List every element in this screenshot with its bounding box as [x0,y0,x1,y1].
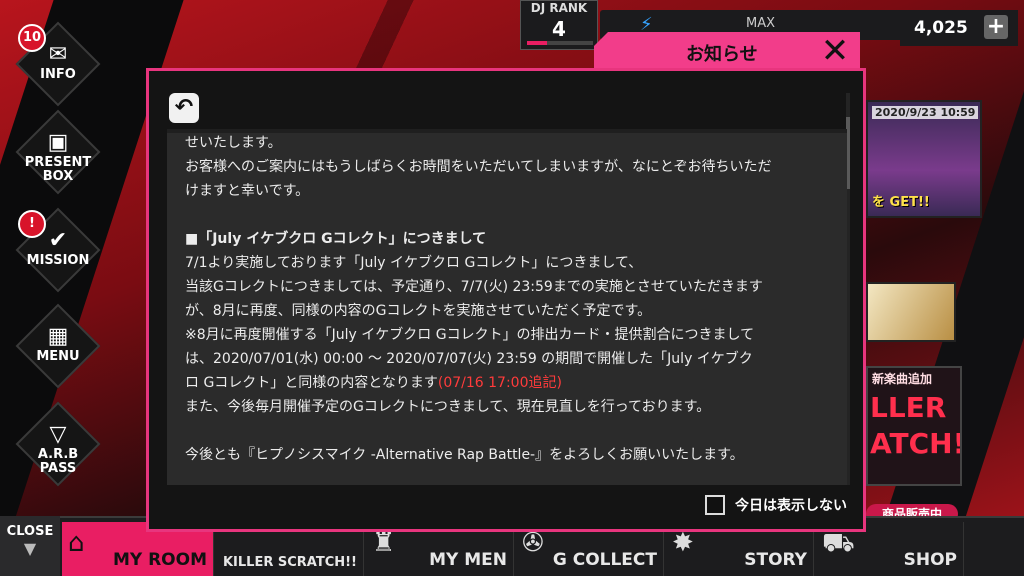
dj-rank-progress-fill [527,41,547,45]
sidebar-item-label: MENU [36,349,80,364]
notice-line: 今後とも『ヒプノシスマイク -Alternative Rap Battle-』を… [185,447,744,463]
notice-title: お知らせ [686,44,758,65]
close-nav-button[interactable]: CLOSE ▼ [0,516,60,576]
event-cta: を GET!! [872,195,930,210]
label-line: BOX [42,169,74,184]
hide-today-checkbox[interactable] [705,495,725,515]
sidebar-item-label: PRESENT BOX [18,156,98,184]
nav-label: SHOP [903,550,957,570]
sidebar-item-label: A.R.B PASS [18,448,98,476]
event-banner[interactable]: 2020/9/23 10:59 を GET!! [866,100,982,218]
shield-icon: ▽ [49,422,67,447]
sidebar-item-mission[interactable]: ✔ MISSION ! [15,207,101,293]
nav-label: G COLLECT [552,550,657,570]
house-icon: ⌂ [68,528,85,558]
notice-line: また、今後毎月開催予定のGコレクトにつきまして、現在見直しを行っております。 [185,399,711,415]
song-title-line: ATCH!! [870,427,960,460]
sidebar-item-label: MISSION [26,253,90,268]
stamina-max-label: MAX [746,16,776,31]
book-icon: ✸ [672,528,694,558]
sidebar-item-label: INFO [40,67,76,82]
lightning-icon: ⚡ [640,14,653,35]
new-song-tag: 新楽曲追加 [872,372,933,386]
hide-today-label: 今日は表示しない [735,498,847,514]
currency-amount: 4,025 [914,18,968,38]
notice-line-text: ロ Gコレクト」と同様の内容となります [185,375,438,391]
sidebar-item-info[interactable]: ✉ INFO 10 [15,21,101,107]
cart-icon: ⛟ [822,528,855,558]
label-line: PASS [39,461,77,476]
label-line: PRESENT [24,155,92,170]
nav-label: STORY [744,550,807,570]
alert-badge: ! [18,210,46,238]
hide-today-option[interactable]: 今日は表示しない [705,493,847,517]
notice-line: せいたします。 [185,135,282,151]
sidebar-item-arb-pass[interactable]: ▽ A.R.B PASS [15,401,101,487]
notice-title-tab: お知らせ ✕ [594,32,860,72]
sidebar-item-present-box[interactable]: ▣ PRESENT BOX [15,109,101,195]
notice-line: が、8月に再度、同様の内容のGコレクトを実施させていただく予定です。 [185,303,652,319]
gift-box-icon: ▣ [47,130,69,155]
song-title: LLER ATCH!! [870,390,960,462]
notice-line: 7/1より実施しております「July イケブクロ Gコレクト」につきまして、 [185,255,643,271]
song-title-line: LLER [870,391,947,424]
notice-line: お客様へのご案内にはもうしばらくお時間をいただいてしまいますが、なにとぞお待ちい… [185,159,772,175]
notice-line: けますと幸いです。 [185,183,310,199]
red-note: (07/16 17:00追記) [437,375,562,391]
notice-line: ロ Gコレクト」と同様の内容となります(07/16 17:00追記) [185,371,835,395]
notice-dialog: ↶ せいたします。 お客様へのご案内にはもうしばらくお時間をいただいてしまいます… [146,68,866,532]
notice-line: ※8月に再度開催する「July イケブクロ Gコレクト」の排出カード・提供割合に… [185,327,755,343]
label-line: A.R.B [37,447,79,462]
chevron-down-icon: ▼ [23,539,37,558]
close-label: CLOSE [6,524,54,539]
notice-body[interactable]: せいたします。 お客様へのご案内にはもうしばらくお時間をいただいてしまいますが、… [167,129,847,485]
close-icon[interactable]: ✕ [818,34,852,68]
undo-arrow-icon[interactable]: ↶ [169,93,199,123]
notice-text: せいたします。 お客様へのご案内にはもうしばらくお時間をいただいてしまいますが、… [185,131,835,467]
notice-line: は、2020/07/01(水) 00:00 〜 2020/07/07(火) 23… [185,351,753,367]
dj-rank-value: 4 [552,17,566,41]
new-song-banner[interactable]: 新楽曲追加 LLER ATCH!! [866,366,962,486]
add-currency-button[interactable]: + [984,15,1008,39]
grid-icon: ▦ [47,324,69,349]
event-date: 2020/9/23 10:59 [872,106,979,119]
sidebar-item-menu[interactable]: ▦ MENU [15,303,101,389]
notification-badge: 10 [18,24,46,52]
nav-label: MY ROOM [112,550,207,570]
dj-rank-label: DJ RANK [530,1,588,15]
microphone-icon: ✇ [522,528,544,558]
nav-label: MY MEN [429,550,507,570]
dj-rank-progress-bar [527,41,593,45]
dj-rank-panel: DJ RANK 4 [520,0,598,50]
currency-panel: 4,025 + [900,10,1018,46]
nav-label: KILLER SCRATCH!! [222,555,357,570]
notice-line: 当該Gコレクトにつきましては、予定通り、7/7(火) 23:59までの実施とさせ… [185,279,763,295]
people-icon: ♜ [372,528,396,558]
anniversary-banner[interactable] [866,282,956,342]
notice-heading: ■「July イケブクロ Gコレクト」につきまして [185,231,487,247]
